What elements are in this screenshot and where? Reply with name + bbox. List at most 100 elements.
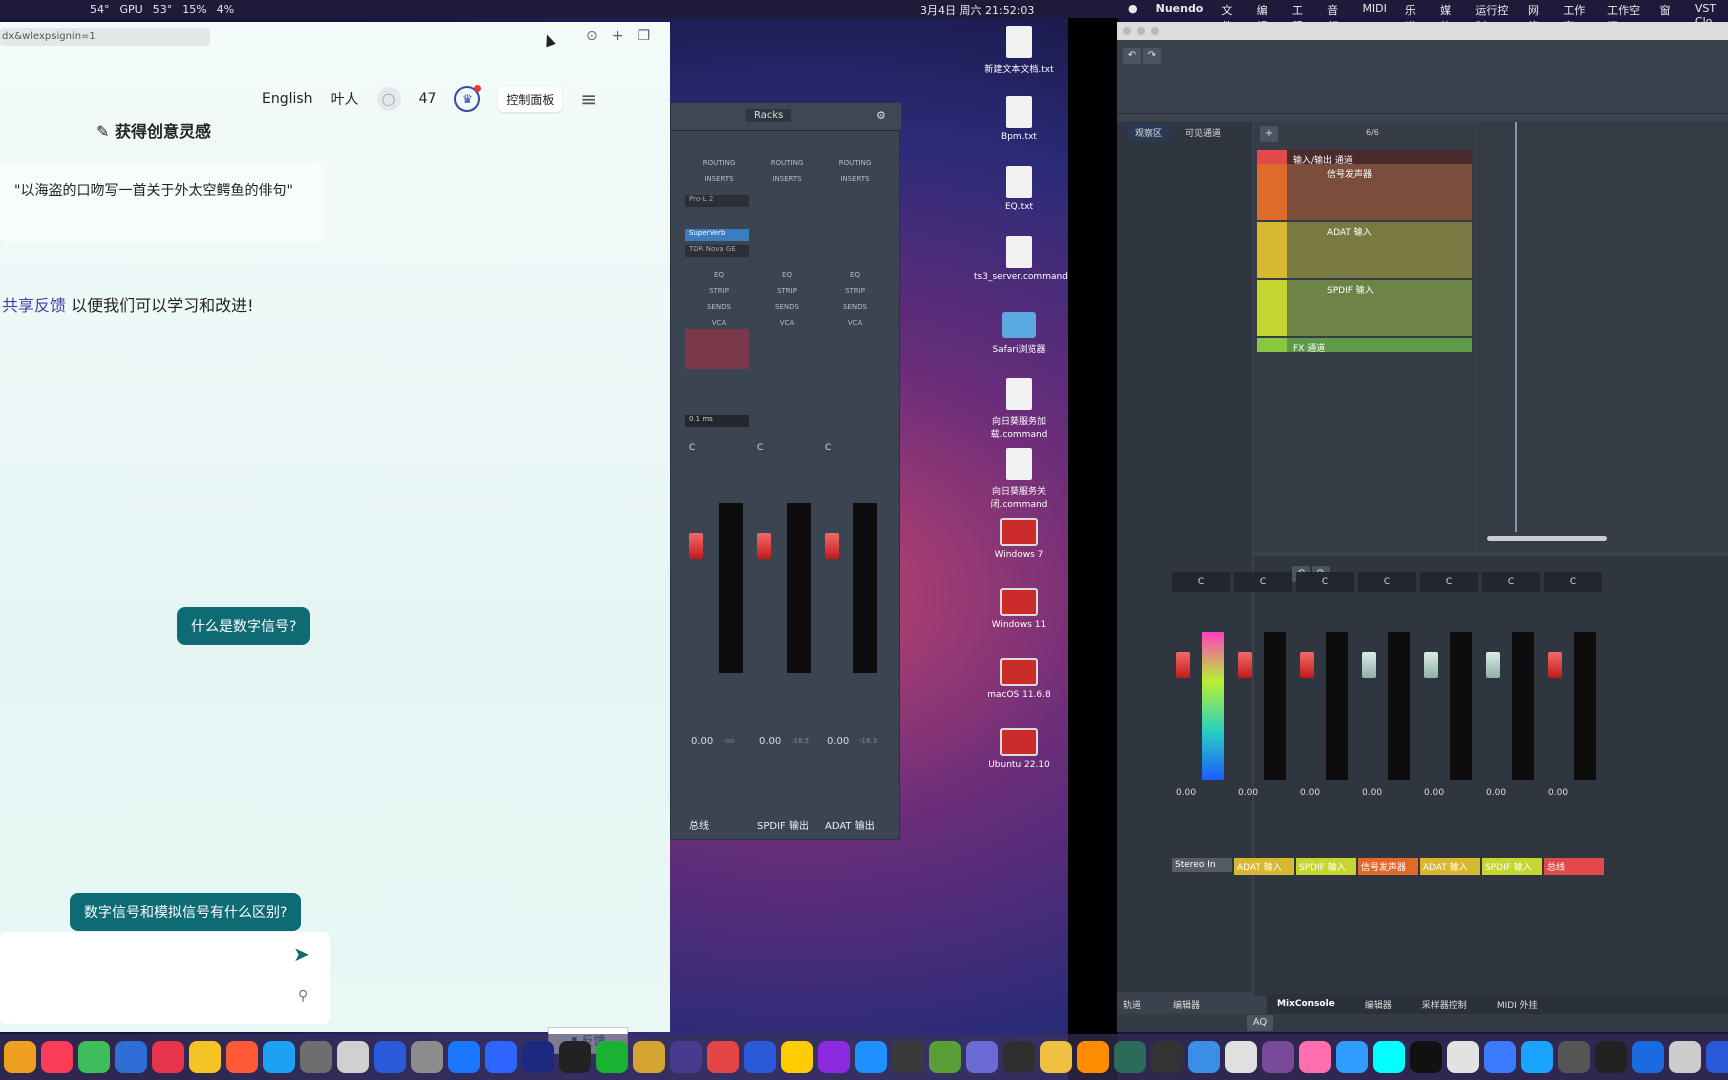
vca-slot[interactable] [685,329,749,369]
dock-app-icon[interactable] [411,1041,443,1073]
menu-icon[interactable]: ≡ [580,87,597,111]
volume-value[interactable]: 0.00 [1424,788,1444,798]
tab-midi-remote[interactable]: MIDI 外挂 [1497,998,1538,1011]
dock-app-icon[interactable] [1003,1041,1035,1073]
vca-label[interactable]: VCA [685,319,753,327]
desktop-file-icon[interactable]: 向日葵服务关闭.command [974,448,1064,510]
maximize-icon[interactable] [1151,27,1159,35]
eq-label[interactable]: EQ [753,271,821,279]
pan-knob[interactable]: C [1482,572,1540,592]
track-row[interactable]: ADAT 输入 [1257,222,1472,278]
undo-icon[interactable]: ↶ [1123,48,1141,64]
channel-fader[interactable] [1548,652,1562,678]
vca-label[interactable]: VCA [821,319,889,327]
sends-label[interactable]: SENDS [821,303,889,311]
tab-editor[interactable]: 编辑器 [1365,998,1392,1011]
dock-app-icon[interactable] [1447,1041,1479,1073]
track-row[interactable]: 输入/输出 通道 [1257,150,1472,166]
dock-app-icon[interactable] [152,1041,184,1073]
dock-app-icon[interactable] [1040,1041,1072,1073]
track-name[interactable]: ADAT 输入 [1327,225,1372,238]
pan-knob[interactable]: C [1172,572,1230,592]
track-name[interactable]: SPDIF 输入 [1327,283,1374,296]
suggestion-chip[interactable]: 什么是数字信号? [177,607,311,645]
tab-inspector[interactable]: 观察区 [1127,124,1171,141]
horizontal-scrollbar[interactable] [1487,536,1607,541]
close-icon[interactable] [1123,27,1131,35]
dock-app-icon[interactable] [1299,1041,1331,1073]
minimize-icon[interactable] [1137,27,1145,35]
rewards-icon[interactable]: ♛ [454,85,482,112]
channel-fader[interactable] [1176,652,1190,678]
volume-value[interactable]: 0.00 [1238,788,1258,798]
chat-input[interactable] [0,932,330,1024]
pan-knob[interactable]: C [1296,572,1354,592]
channel-name[interactable]: 信号发声器 [1358,858,1418,875]
dock-app-icon[interactable] [1114,1041,1146,1073]
vca-label[interactable]: VCA [753,319,821,327]
dock-app-icon[interactable] [781,1041,813,1073]
channel-name[interactable]: SPDIF 输入 [1482,858,1542,875]
pan-value[interactable]: C [825,443,831,453]
desktop-vm-icon[interactable]: Windows 11 [974,588,1064,630]
channel-fader[interactable] [757,533,771,559]
eq-label[interactable]: EQ [821,271,889,279]
dock-app-icon[interactable] [1262,1041,1294,1073]
download-icon[interactable]: ⊙ [586,28,598,44]
send-icon[interactable]: ➤ [293,942,310,966]
volume-value[interactable]: 0.00 [1176,788,1196,798]
dock-app-icon[interactable] [448,1041,480,1073]
pan-knob[interactable]: C [1420,572,1478,592]
url-bar[interactable]: dx&wlexpsignin=1 [0,28,210,46]
username[interactable]: 叶人 [331,89,359,109]
tab-mixconsole[interactable]: MixConsole [1277,999,1335,1009]
language-link[interactable]: English [262,91,313,107]
desktop-file-icon[interactable]: 向日葵服务加载.command [974,378,1064,440]
track-name[interactable]: FX 通道 [1293,341,1325,354]
dock-app-icon[interactable] [189,1041,221,1073]
pin-icon[interactable]: ⚲ [298,988,308,1004]
racks-dropdown[interactable]: Racks [746,109,792,122]
aq-button[interactable]: AQ [1247,1015,1273,1031]
delay-field[interactable]: 0.1 ms [685,415,749,427]
channel-fader[interactable] [1424,652,1438,678]
pan-knob[interactable]: C [1234,572,1292,592]
pan-value[interactable]: C [689,443,695,453]
channel-name[interactable]: Stereo In [1172,858,1232,872]
channel-name[interactable]: SPDIF 输出 [757,817,809,832]
desktop-vm-icon[interactable]: macOS 11.6.8 [974,658,1064,700]
pan-knob[interactable]: C [1358,572,1416,592]
redo-icon[interactable]: ↷ [1143,48,1161,64]
dock-app-icon[interactable] [226,1041,258,1073]
desktop-folder-icon[interactable]: Safari浏览器 [974,312,1064,355]
dock-app-icon[interactable] [1558,1041,1590,1073]
channel-fader[interactable] [1362,652,1376,678]
strip-label[interactable]: STRIP [821,287,889,295]
dock-app-icon[interactable] [1225,1041,1257,1073]
tabs-overview-icon[interactable]: ❐ [637,28,650,44]
channel-fader[interactable] [1300,652,1314,678]
menubar-clock[interactable]: 3月4日 周六 21:52:03 [920,2,1034,18]
channel-name[interactable]: ADAT 输入 [1420,858,1480,875]
volume-value[interactable]: 0.00 [1486,788,1506,798]
timeline-area[interactable] [1477,122,1728,552]
dock-app-icon[interactable] [1373,1041,1405,1073]
dock-app-icon[interactable] [744,1041,776,1073]
track-row[interactable]: 信号发声器 [1257,164,1472,220]
inserts-label[interactable]: INSERTS [821,175,889,183]
dock-app-icon[interactable] [115,1041,147,1073]
settings-icon[interactable]: ⚙ [876,109,886,122]
pan-knob[interactable]: C [1544,572,1602,592]
dock-app-icon[interactable] [1669,1041,1701,1073]
playhead[interactable] [1515,122,1517,532]
dock-app-icon[interactable] [670,1041,702,1073]
new-tab-icon[interactable]: + [612,28,624,44]
channel-name[interactable]: ADAT 输出 [825,817,875,832]
desktop-file-icon[interactable]: ts3_server.command [974,236,1068,282]
desktop-file-icon[interactable]: Bpm.txt [974,96,1064,142]
insert-slot[interactable]: Pro-L 2 [685,195,749,207]
track-row[interactable]: FX 通道 [1257,338,1472,354]
channel-name[interactable]: SPDIF 输入 [1296,858,1356,875]
dock-app-icon[interactable] [485,1041,517,1073]
dock-app-icon[interactable] [1151,1041,1183,1073]
